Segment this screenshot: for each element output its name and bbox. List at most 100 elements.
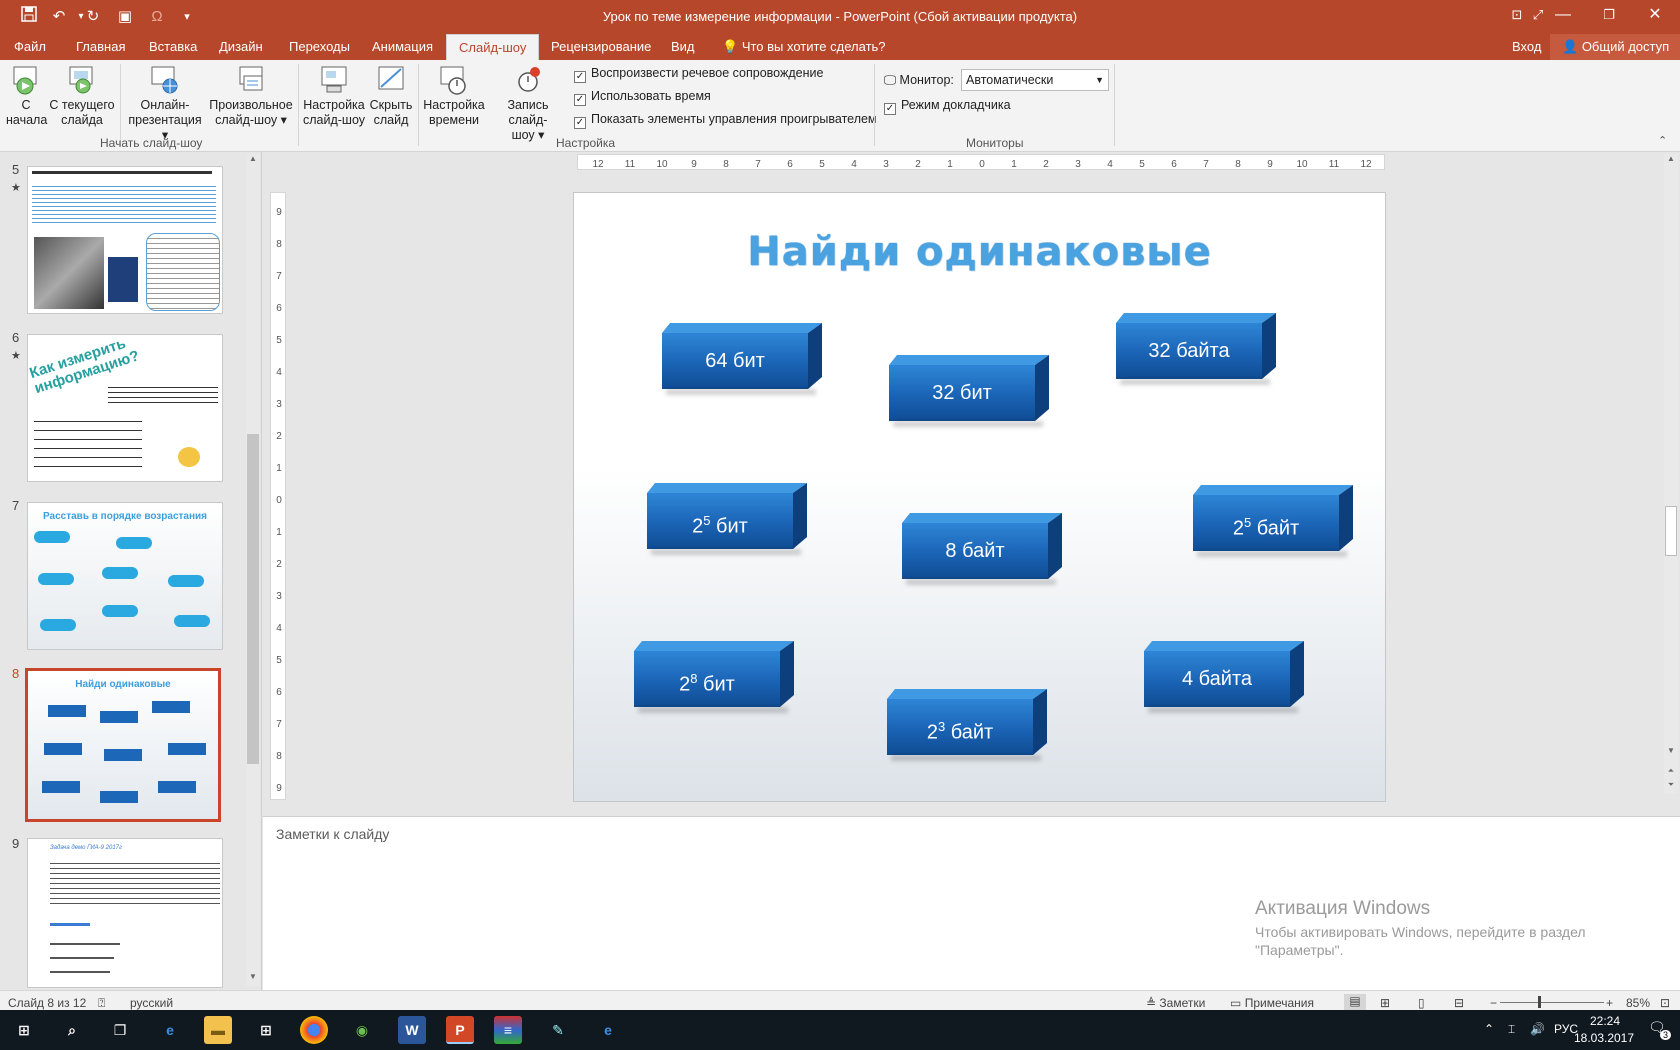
custom-slideshow-button[interactable]: Произвольное слайд-шоу ▾ (208, 64, 294, 128)
clock-date[interactable]: 18.03.2017 (1566, 1031, 1642, 1045)
volume-icon[interactable]: 🔊 (1530, 1022, 1545, 1036)
block-shadow (666, 389, 816, 395)
tab-review[interactable]: Рецензирование (539, 34, 663, 60)
thumbnail-emoji (178, 447, 200, 467)
tab-view[interactable]: Вид (659, 34, 707, 60)
monitor-select[interactable]: Автоматически ▼ (961, 69, 1109, 91)
edge-icon[interactable]: e (156, 1016, 184, 1044)
previous-slide-icon[interactable]: ⏶ (1664, 766, 1678, 778)
restore-icon[interactable]: ❐ (1586, 0, 1632, 32)
tab-animations[interactable]: Анимация (360, 34, 445, 60)
slide-thumbnail-7[interactable]: Расставь в порядке возрастания (27, 502, 223, 650)
presenter-view-checkbox[interactable]: ✓ Режим докладчика (884, 98, 1011, 115)
tab-insert[interactable]: Вставка (137, 34, 209, 60)
scroll-up-icon[interactable]: ▲ (1664, 154, 1678, 168)
slide-thumbnail-8[interactable]: Найди одинаковые (25, 668, 221, 822)
search-icon[interactable]: ⌕ (58, 1016, 86, 1044)
block-32-bit[interactable]: 32 бит (889, 355, 1049, 427)
task-view-icon[interactable]: ❐ (106, 1016, 134, 1044)
winrar-icon[interactable]: ≡ (494, 1016, 522, 1044)
internet-explorer-icon[interactable]: e (594, 1016, 622, 1044)
zoom-in-icon[interactable]: + (1606, 996, 1613, 1010)
svg-text:11: 11 (1329, 159, 1340, 170)
setup-slideshow-button[interactable]: Настройка слайд-шоу (302, 64, 366, 128)
scroll-down-icon[interactable]: ▼ (246, 972, 260, 986)
reading-view-icon[interactable]: ▯ (1418, 996, 1425, 1010)
share-button[interactable]: 👤 Общий доступ (1550, 34, 1680, 60)
block-2-pow-3-bytes[interactable]: 23 байт (887, 689, 1047, 761)
rehearse-timings-button[interactable]: Настройка времени (422, 64, 486, 128)
chrome-icon[interactable] (300, 1016, 328, 1044)
slide-canvas[interactable]: Найди одинаковые 64 бит 32 бит 32 байта … (573, 192, 1386, 802)
slide-thumbnail-6[interactable]: Как измерить информацию? (27, 334, 223, 482)
use-timings-checkbox[interactable]: ✓ Использовать время (574, 89, 711, 106)
block-2-pow-5-bit[interactable]: 25 бит (647, 483, 807, 555)
slide-sorter-icon[interactable]: ⊞ (1380, 996, 1390, 1010)
tab-file[interactable]: Файл (2, 34, 58, 60)
hide-slide-button[interactable]: Скрыть слайд (368, 64, 414, 128)
tab-home[interactable]: Главная (64, 34, 137, 60)
comments-toggle[interactable]: ▭ Примечания (1230, 996, 1314, 1010)
notepad-icon[interactable]: ✎ (544, 1016, 572, 1044)
normal-view-icon[interactable]: ▤ (1344, 994, 1366, 1010)
notes-toggle[interactable]: ≜ Заметки (1146, 996, 1205, 1010)
svg-text:2: 2 (276, 431, 282, 442)
language-indicator[interactable]: русский (130, 996, 173, 1010)
next-slide-icon[interactable]: ⏷ (1664, 780, 1678, 792)
slide-thumbnail-5[interactable] (27, 166, 223, 314)
zoom-level[interactable]: 85% (1626, 996, 1650, 1010)
app-icon-globe[interactable]: ◉ (348, 1016, 376, 1044)
block-64-bit[interactable]: 64 бит (662, 323, 822, 395)
tab-design[interactable]: Дизайн (207, 34, 275, 60)
scroll-thumb[interactable] (1665, 506, 1677, 556)
windows-start-icon[interactable]: ⊞ (10, 1016, 38, 1044)
record-slideshow-button[interactable]: Запись слайд- шоу ▾ (488, 64, 568, 143)
file-explorer-icon[interactable]: ▬ (204, 1016, 232, 1044)
svg-text:1: 1 (947, 159, 953, 170)
slide-title[interactable]: Найди одинаковые (574, 229, 1385, 275)
thumbnails-scrollbar[interactable]: ▲ ▼ (246, 154, 260, 986)
svg-text:7: 7 (755, 159, 761, 170)
slideshow-view-icon[interactable]: ⊟ (1454, 996, 1464, 1010)
from-current-slide-button[interactable]: С текущего слайда (48, 64, 116, 128)
narration-checkbox[interactable]: ✓ Воспроизвести речевое сопровождение (574, 66, 823, 83)
block-32-bytes[interactable]: 32 байта (1116, 313, 1276, 385)
slide-scrollbar[interactable]: ▲ ▼ ⏶ ⏷ (1664, 154, 1678, 794)
tray-chevron-icon[interactable]: ⌃ (1484, 1022, 1494, 1036)
hide-label-2: слайд (373, 113, 409, 127)
scroll-thumb[interactable] (247, 434, 259, 764)
show-controls-checkbox[interactable]: ✓ Показать элементы управления проигрыват… (574, 112, 877, 129)
clock-time[interactable]: 22:24 (1580, 1014, 1630, 1028)
block-2-pow-8-bit[interactable]: 28 бит (634, 641, 794, 713)
thumbnail-shape (38, 573, 74, 585)
block-4-bytes[interactable]: 4 байта (1144, 641, 1304, 713)
zoom-out-icon[interactable]: − (1490, 996, 1497, 1010)
block-2-pow-5-bytes[interactable]: 25 байт (1193, 485, 1353, 557)
svg-text:7: 7 (1203, 159, 1209, 170)
tab-slideshow[interactable]: Слайд-шоу (446, 34, 540, 60)
ribbon-separator (1114, 64, 1115, 146)
tell-me-search[interactable]: 💡 Что вы хотите сделать? (710, 34, 898, 60)
minimize-icon[interactable]: — (1540, 0, 1586, 32)
chevron-down-icon: ▼ (1095, 75, 1104, 85)
store-icon[interactable]: ⊞ (252, 1016, 280, 1044)
from-beginning-button[interactable]: С начала (6, 64, 47, 128)
powerpoint-icon[interactable]: P (446, 1016, 474, 1044)
fit-slide-icon[interactable]: ⊡ (1660, 996, 1670, 1010)
zoom-slider[interactable] (1500, 1002, 1604, 1003)
spellcheck-icon[interactable]: ⍰ (98, 996, 105, 1011)
tab-transitions[interactable]: Переходы (277, 34, 362, 60)
signin-link[interactable]: Вход (1500, 34, 1553, 60)
online-presentation-button[interactable]: Онлайн- презентация ▾ (126, 64, 204, 143)
block-8-bytes[interactable]: 8 байт (902, 513, 1062, 585)
zoom-slider-thumb[interactable] (1538, 996, 1541, 1008)
collapse-ribbon-icon[interactable]: ⌃ (1658, 134, 1667, 147)
scroll-down-icon[interactable]: ▼ (1664, 746, 1678, 760)
group-label-setup: Настройка (556, 136, 616, 150)
svg-text:9: 9 (691, 159, 697, 170)
network-icon[interactable]: ⌶ (1508, 1022, 1515, 1037)
slide-thumbnail-9[interactable]: Задача демо ГИА-9 2017г (27, 838, 223, 988)
word-icon[interactable]: W (398, 1016, 426, 1044)
close-icon[interactable]: ✕ (1632, 0, 1678, 32)
scroll-up-icon[interactable]: ▲ (246, 154, 260, 168)
